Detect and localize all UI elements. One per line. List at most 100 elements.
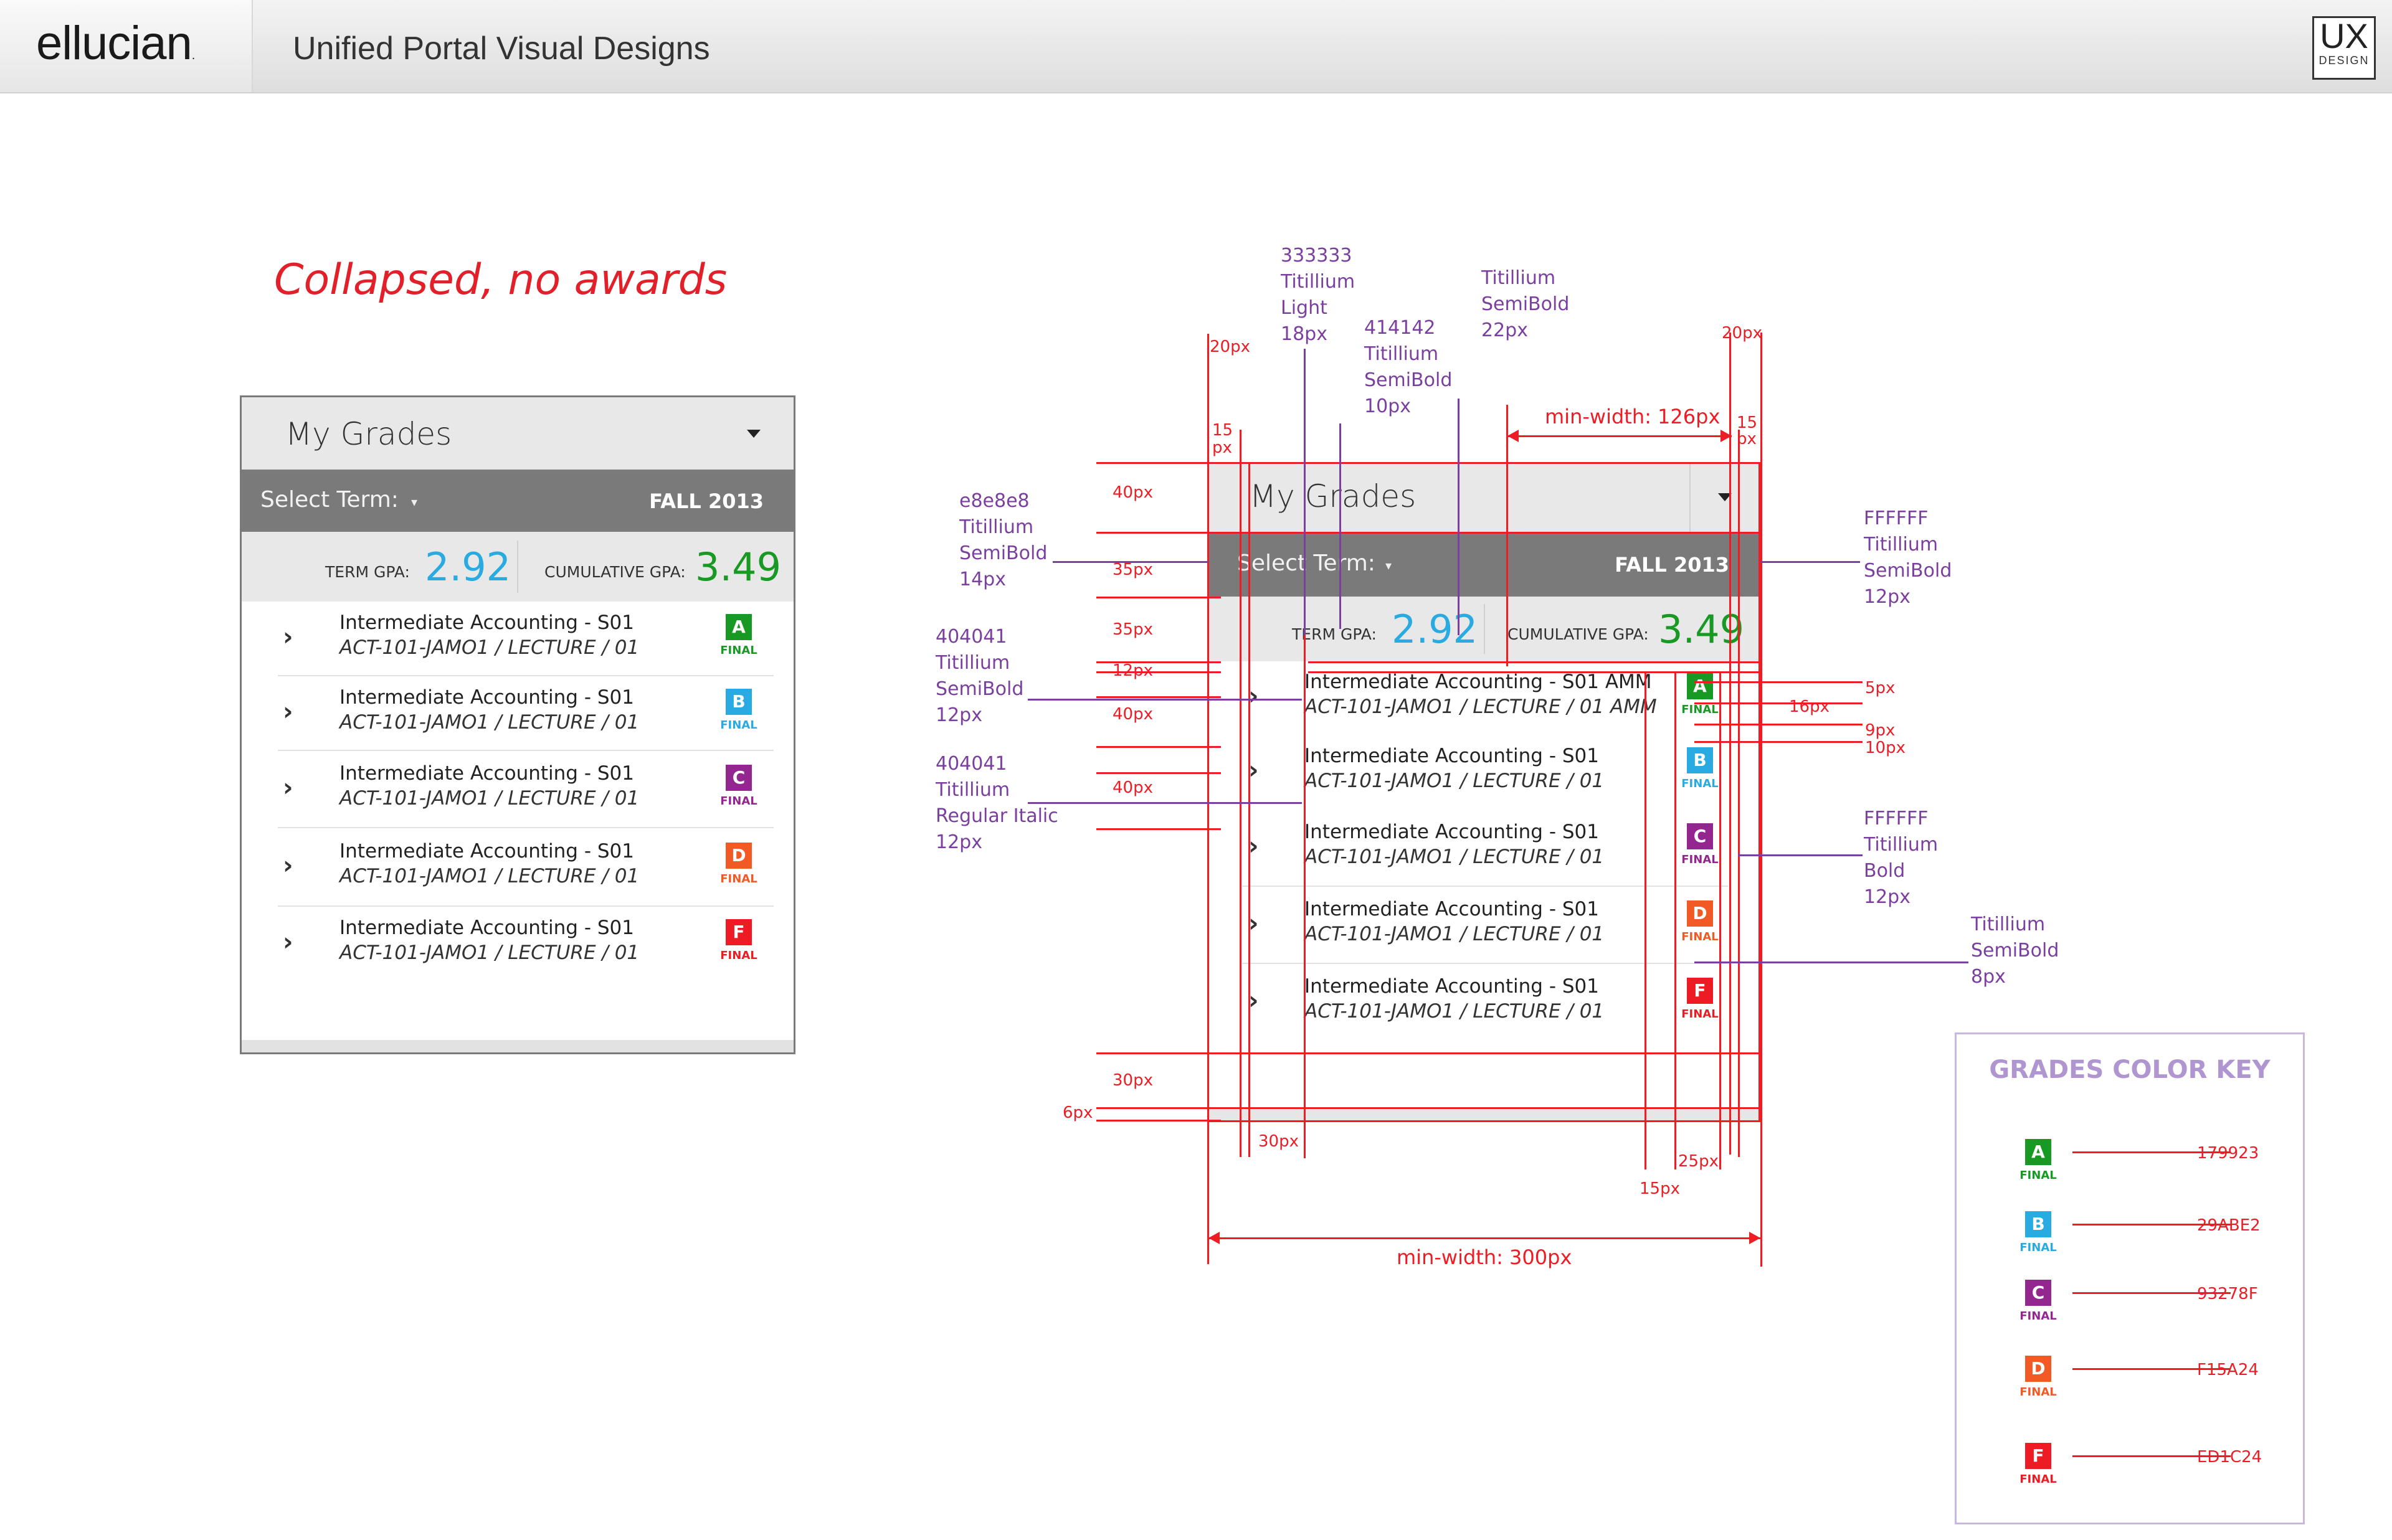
dim-label: 20px: [1210, 338, 1250, 356]
grade-status: FINAL: [1681, 930, 1719, 943]
dim-label: 5px: [1865, 679, 1896, 697]
key-grade-status: FINAL: [2019, 1241, 2057, 1254]
dim-label: 12px: [1113, 661, 1153, 680]
redline: [1729, 333, 1731, 1155]
ellucian-logo[interactable]: ellucian.: [36, 16, 195, 70]
redline: [1207, 334, 1209, 1156]
redline: [1096, 1052, 1760, 1054]
widget-header[interactable]: My Grades: [1207, 462, 1760, 532]
font-spec-title: 333333 Titillium Light 18px: [1281, 245, 1355, 345]
select-term-bar[interactable]: Select Term: ▾ FALL 2013: [1207, 532, 1760, 597]
key-grade-badge: D: [2025, 1356, 2051, 1382]
expand-chevron-icon[interactable]: ›: [283, 623, 293, 651]
widget-title: My Grades: [285, 416, 452, 452]
course-row[interactable]: › Intermediate Accounting - S01 ACT-101-JA…: [1207, 735, 1760, 810]
course-code: ACT-101-JAMO1 / LECTURE / 01: [339, 711, 640, 734]
cumulative-gpa-value: 3.49: [695, 544, 782, 590]
grade-badge: B: [1687, 747, 1713, 773]
grade-badge: A: [726, 614, 752, 640]
gpa-bar: TERM GPA: 2.92 CUMULATIVE GPA: 3.49: [242, 532, 794, 602]
term-gpa-value: 2.92: [425, 544, 511, 590]
ux-design-logo: UX DESIGN: [2312, 16, 2376, 80]
course-code: ACT-101-JAMO1 / LECTURE / 01 AMM: [1304, 696, 1657, 718]
page-title: Unified Portal Visual Designs: [293, 31, 710, 67]
key-hex-value: 179923: [2197, 1144, 2259, 1163]
my-grades-widget: My Grades Select Term: ▾ FALL 2013 TERM …: [240, 395, 795, 1054]
course-row[interactable]: › Intermediate Accounting - S01 ACT-101-JA…: [242, 602, 794, 676]
arrow-right-icon: [1720, 430, 1732, 442]
grade-status: FINAL: [720, 644, 757, 657]
grade-badge: C: [726, 765, 752, 791]
redline: [1507, 435, 1732, 437]
key-grade-status: FINAL: [2019, 1310, 2057, 1323]
expand-chevron-icon[interactable]: ›: [283, 851, 293, 880]
gpa-divider: [1484, 604, 1485, 654]
redline: [1207, 1120, 1760, 1122]
term-value: FALL 2013: [649, 489, 764, 513]
course-name: Intermediate Accounting - S01: [339, 917, 634, 939]
course-row[interactable]: › Intermediate Accounting - S01 ACT-101-JA…: [242, 751, 794, 828]
term-dropdown-caret-icon[interactable]: ▾: [411, 494, 417, 509]
grade-status: FINAL: [1681, 1008, 1719, 1021]
redline: [1738, 430, 1740, 1157]
font-spec-gpa-value: Titillium SemiBold 22px: [1481, 267, 1570, 341]
font-spec-course-code: 404041 Titillium Regular Italic 12px: [936, 753, 1058, 853]
course-row[interactable]: › Intermediate Accounting - S01 ACT-101-JA…: [242, 676, 794, 751]
font-spec-term-bar-text: FFFFFF Titillium SemiBold 12px: [1864, 508, 1952, 608]
leader-line: [1738, 854, 1863, 856]
course-name: Intermediate Accounting - S01: [339, 762, 634, 785]
dim-label: px: [1737, 430, 1757, 448]
font-spec-gpa-label: 414142 Titillium SemiBold 10px: [1364, 317, 1453, 417]
course-code: ACT-101-JAMO1 / LECTURE / 01: [1304, 1000, 1605, 1023]
dim-label: 40px: [1113, 483, 1153, 502]
key-hex-value: 93278F: [2197, 1285, 2258, 1303]
brand-mark: .: [191, 49, 195, 62]
leader-line: [1339, 423, 1341, 629]
redline: [1308, 671, 1760, 673]
course-row[interactable]: › Intermediate Accounting - S01 ACT-101-JA…: [242, 907, 794, 981]
redline: [1096, 1120, 1221, 1122]
course-row[interactable]: › Intermediate Accounting - S01 ACT-101-JA…: [242, 828, 794, 907]
key-hex-value: F15A24: [2197, 1361, 2259, 1379]
leader-line: [1028, 802, 1302, 804]
widget-header[interactable]: My Grades: [242, 397, 794, 471]
redline: [1096, 696, 1221, 698]
dim-label: 6px: [1063, 1103, 1093, 1122]
term-dropdown-caret-icon[interactable]: ▾: [1385, 558, 1392, 573]
grade-status: FINAL: [1681, 853, 1719, 866]
course-code: ACT-101-JAMO1 / LECTURE / 01: [339, 636, 640, 659]
ux-badge-text: UX: [2320, 16, 2368, 55]
course-row[interactable]: › Intermediate Accounting - S01 ACT-101-JA…: [1207, 887, 1760, 964]
grade-status: FINAL: [720, 872, 757, 886]
key-grade-badge: B: [2025, 1211, 2051, 1237]
course-name: Intermediate Accounting - S01: [1304, 745, 1599, 767]
section-title: Collapsed, no awards: [274, 255, 728, 305]
course-code: ACT-101-JAMO1 / LECTURE / 01: [339, 865, 640, 887]
collapse-caret-icon[interactable]: [747, 430, 761, 438]
expand-chevron-icon[interactable]: ›: [283, 697, 293, 726]
course-row[interactable]: › Intermediate Accounting - S01 ACT-101-JA…: [1207, 810, 1760, 887]
key-grade-badge: C: [2025, 1280, 2051, 1306]
course-name: Intermediate Accounting - S01: [1304, 898, 1599, 920]
dim-label: 30px: [1113, 1071, 1153, 1090]
course-row[interactable]: › Intermediate Accounting - S01 ACT-101-JA…: [1207, 964, 1760, 1041]
arrow-left-icon: [1507, 430, 1519, 442]
course-code: ACT-101-JAMO1 / LECTURE / 01: [339, 787, 640, 810]
font-spec-badge: FFFFFF Titillium Bold 12px: [1864, 808, 1939, 908]
redline: [1096, 746, 1221, 748]
key-hex-value: 29ABE2: [2197, 1216, 2261, 1235]
redline: [1240, 430, 1241, 1157]
grade-badge: F: [1687, 978, 1713, 1004]
course-name: Intermediate Accounting - S01: [339, 686, 634, 709]
course-name: Intermediate Accounting - S01 AMM: [1304, 671, 1652, 693]
expand-chevron-icon[interactable]: ›: [283, 773, 293, 802]
expand-chevron-icon[interactable]: ›: [283, 928, 293, 957]
redline: [1760, 333, 1762, 1267]
course-code: ACT-101-JAMO1 / LECTURE / 01: [1304, 770, 1605, 792]
font-spec-final: Titillium SemiBold 8px: [1971, 914, 2059, 988]
select-term-bar[interactable]: Select Term: ▾ FALL 2013: [242, 470, 794, 532]
grade-status: FINAL: [1681, 777, 1719, 790]
dim-label: 10px: [1865, 739, 1906, 757]
redline: [1096, 462, 1221, 464]
logo-cell: ellucian.: [0, 0, 253, 92]
